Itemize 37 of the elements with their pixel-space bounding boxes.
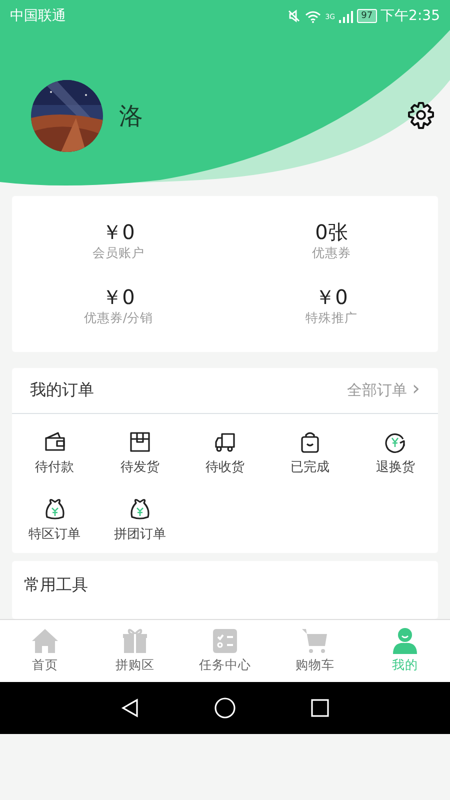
order-status-label[interactable]: 待付款 xyxy=(35,458,74,477)
mute-icon xyxy=(287,9,302,23)
stat-value: ￥0 xyxy=(102,220,135,244)
clock-text: 下午2:35 xyxy=(380,6,440,26)
stat-label: 优惠券/分销 xyxy=(84,308,154,327)
carrier-text: 中国联通 xyxy=(10,6,66,26)
tab[interactable]: 任务中心 xyxy=(180,620,270,682)
section-title: 常用工具 xyxy=(24,574,88,594)
section-title: 我的订单 xyxy=(30,379,94,401)
back-button[interactable] xyxy=(121,698,139,718)
signal-icon xyxy=(339,10,354,22)
wallet-icon[interactable] xyxy=(42,430,67,454)
stat-value: 0张 xyxy=(315,220,348,244)
user-name: 洛 xyxy=(119,101,144,132)
tab[interactable]: 拼购区 xyxy=(90,620,180,682)
stat-value: ￥0 xyxy=(315,284,348,309)
recents-button[interactable] xyxy=(311,698,329,716)
money-bag-icon[interactable] xyxy=(42,497,67,521)
stat-value: ￥0 xyxy=(102,284,135,309)
order-status-label[interactable]: 待发货 xyxy=(120,458,160,477)
tab[interactable]: 首页 xyxy=(0,620,90,682)
battery-indicator: 97 xyxy=(357,9,377,23)
order-status-label[interactable]: 待收货 xyxy=(205,458,244,477)
stat-label: 特殊推广 xyxy=(306,308,358,327)
order-status-label[interactable]: 特区订单 xyxy=(28,525,81,544)
user-icon xyxy=(390,626,420,656)
wifi-icon xyxy=(305,10,322,22)
home-button[interactable] xyxy=(214,696,236,718)
tab[interactable]: 购物车 xyxy=(270,620,360,682)
money-bag-icon[interactable] xyxy=(128,497,152,521)
order-status-label[interactable]: 退换货 xyxy=(376,458,415,477)
stat-label: 优惠券 xyxy=(312,244,351,262)
settings-icon[interactable] xyxy=(406,101,436,131)
order-status-label[interactable]: 已完成 xyxy=(290,458,330,477)
box-icon[interactable] xyxy=(128,430,152,454)
stat-label: 会员账户 xyxy=(92,244,144,262)
order-status-label[interactable]: 拼团订单 xyxy=(114,525,166,544)
